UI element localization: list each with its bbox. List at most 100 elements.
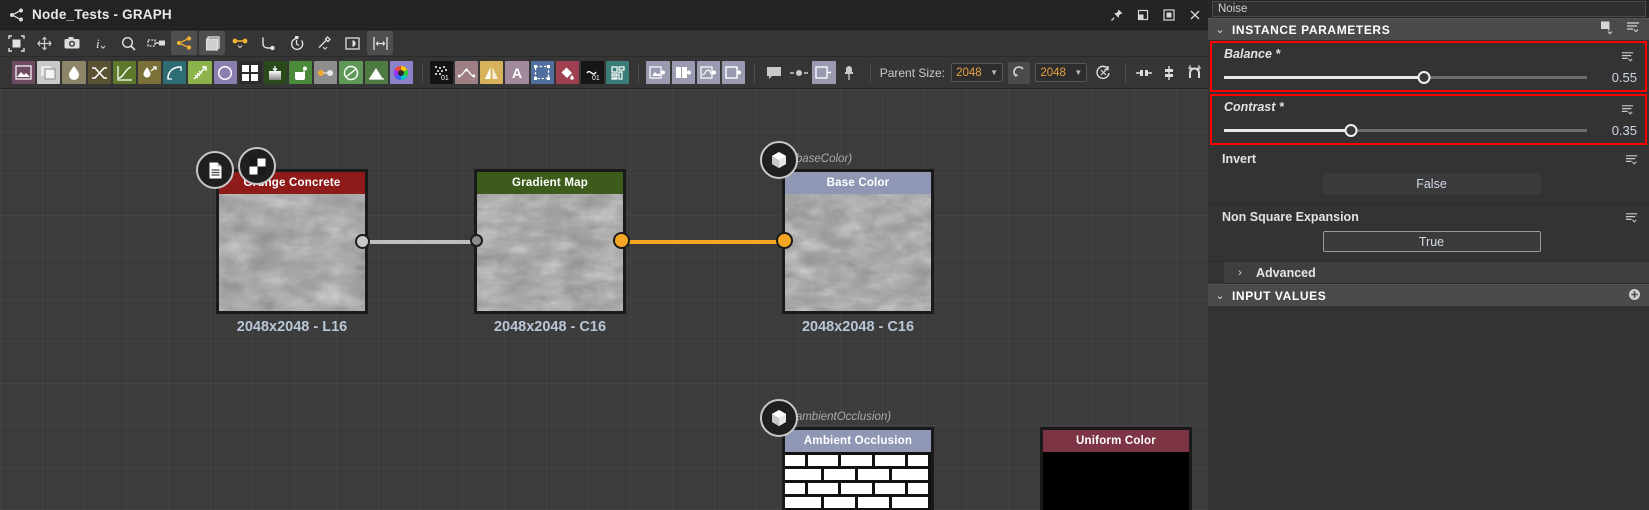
magnet-icon[interactable] — [1183, 61, 1206, 84]
menu-dropdown-icon[interactable] — [1625, 153, 1639, 172]
connection-style-icon[interactable] — [227, 31, 253, 55]
input-port[interactable] — [776, 232, 793, 249]
flood-fill-icon[interactable] — [289, 61, 313, 84]
channel-node-icon[interactable] — [339, 61, 363, 84]
reset-size-icon[interactable] — [1092, 61, 1115, 84]
zoom-icon[interactable] — [115, 31, 141, 55]
param-value[interactable]: 0.35 — [1601, 123, 1637, 138]
input-color-icon[interactable] — [671, 61, 695, 84]
selection-node-icon[interactable] — [530, 61, 554, 84]
node-box[interactable]: Uniform Color — [1040, 427, 1192, 510]
slider-knob[interactable] — [1417, 71, 1431, 84]
gradient-node-icon[interactable] — [263, 61, 288, 84]
param-value[interactable]: 0.55 — [1601, 70, 1637, 85]
pin-icon[interactable] — [1104, 2, 1130, 28]
align-vertical-icon[interactable] — [1158, 61, 1181, 84]
menu-dropdown-icon[interactable] — [1625, 211, 1639, 230]
directional-blur-icon[interactable] — [137, 61, 162, 84]
maximize-icon[interactable] — [1156, 2, 1182, 28]
comment-icon[interactable] — [762, 61, 786, 84]
param-invert[interactable]: Invert False — [1208, 146, 1649, 204]
info-icon[interactable]: i — [87, 31, 113, 55]
menu-dropdown-icon[interactable] — [1621, 103, 1635, 122]
camera-icon[interactable] — [59, 31, 85, 55]
node-gradient-map[interactable]: Gradient Map 2048x2048 - C16 — [470, 169, 630, 335]
histogram-node-icon[interactable] — [364, 61, 388, 84]
cube-icon[interactable] — [760, 141, 798, 179]
parent-size-height-dropdown[interactable]: 2048 ▼ — [1035, 63, 1088, 82]
input-values-header[interactable]: ⌄ INPUT VALUES — [1208, 284, 1649, 306]
node-box[interactable]: Ambient Occlusion — [782, 427, 934, 510]
noise-node-icon[interactable]: 01 — [429, 61, 454, 84]
output-node-icon[interactable] — [721, 61, 746, 84]
restore-icon[interactable] — [1130, 2, 1156, 28]
close-icon[interactable] — [1182, 2, 1208, 28]
pattern-node-icon[interactable] — [606, 61, 630, 84]
node-name-field[interactable]: Noise — [1212, 1, 1646, 17]
invert-toggle-button[interactable]: False — [1322, 173, 1541, 194]
output-port[interactable] — [613, 232, 630, 249]
transform-node-icon[interactable] — [163, 61, 187, 84]
switch-node-icon[interactable]: 01 — [581, 61, 605, 84]
link-nodes-icon[interactable] — [143, 31, 169, 55]
node-uniform-color[interactable]: Uniform Color — [1040, 427, 1192, 510]
menu-dropdown-icon[interactable] — [1626, 20, 1641, 40]
color-wheel-icon[interactable] — [389, 61, 413, 84]
node-ambient-occlusion[interactable]: (ambientOcclusion) Ambient Occlusion — [760, 399, 934, 510]
timer-icon[interactable] — [283, 31, 309, 55]
tools-icon[interactable] — [311, 31, 337, 55]
chevron-right-icon[interactable]: › — [1234, 267, 1246, 279]
slider-knob[interactable] — [1344, 124, 1358, 137]
parent-size-width-dropdown[interactable]: 2048 ▼ — [951, 63, 1004, 82]
checker-icon[interactable] — [238, 147, 276, 185]
navigation-pin-icon[interactable] — [837, 61, 861, 84]
chevron-down-icon[interactable]: ⌄ — [1214, 289, 1226, 302]
instance-parameters-header[interactable]: ⌄ INSTANCE PARAMETERS — [1208, 18, 1649, 40]
param-balance[interactable]: Balance * 0.55 — [1210, 41, 1647, 92]
param-non-square-expansion[interactable]: Non Square Expansion True — [1208, 204, 1649, 262]
curve-connection-icon[interactable] — [255, 31, 281, 55]
fit-ratio-icon[interactable] — [31, 31, 57, 55]
node-grunge-concrete[interactable]: Grunge Concrete 2048x2048 - L16 — [196, 147, 370, 335]
bitmap-node-icon[interactable] — [12, 61, 36, 84]
shuffle-node-icon[interactable] — [87, 61, 111, 84]
contrast-slider[interactable] — [1224, 124, 1587, 137]
balance-slider[interactable] — [1224, 71, 1587, 84]
add-circle-icon[interactable] — [1628, 288, 1641, 304]
chevron-down-icon[interactable]: ⌄ — [1214, 23, 1226, 36]
pin-node-icon[interactable] — [787, 61, 811, 84]
input-port[interactable] — [470, 234, 483, 247]
warp-node-icon[interactable] — [188, 61, 212, 84]
output-port[interactable] — [355, 234, 370, 249]
mirror-node-icon[interactable] — [480, 61, 504, 84]
node-base-color[interactable]: (baseColor) Base Color 2048x2048 - C16 — [760, 141, 934, 335]
cube-icon[interactable] — [760, 399, 798, 437]
curve-node-icon[interactable] — [112, 61, 136, 84]
blend-node-icon[interactable] — [213, 61, 237, 84]
node-box[interactable]: Gradient Map — [474, 169, 626, 314]
frame-selection-icon[interactable] — [3, 31, 29, 55]
preview-icon[interactable] — [339, 31, 365, 55]
paint-node-icon[interactable] — [555, 61, 580, 84]
snap-grid-icon[interactable] — [1132, 61, 1155, 84]
layers-icon[interactable] — [199, 31, 225, 55]
param-contrast[interactable]: Contrast * 0.35 — [1210, 94, 1647, 145]
advanced-section-row[interactable]: › Advanced — [1224, 262, 1649, 284]
frame-node-icon[interactable] — [812, 61, 836, 84]
text-node-icon[interactable]: A — [505, 61, 529, 84]
document-icon[interactable] — [196, 151, 234, 189]
input-grayscale-icon[interactable] — [646, 61, 670, 84]
node-box[interactable]: Base Color — [782, 169, 934, 314]
copy-node-icon[interactable] — [37, 61, 61, 84]
node-box[interactable]: Grunge Concrete — [216, 169, 368, 314]
graph-layout-icon[interactable] — [171, 31, 197, 55]
spline-node-icon[interactable] — [455, 61, 479, 84]
bookmark-dropdown-icon[interactable] — [1599, 20, 1614, 40]
align-icon[interactable] — [367, 31, 393, 55]
graph-canvas[interactable]: Grunge Concrete 2048x2048 - L16 Gradient… — [0, 89, 1208, 510]
blur-node-icon[interactable] — [62, 61, 86, 84]
menu-dropdown-icon[interactable] — [1621, 50, 1635, 69]
output-value-icon[interactable] — [696, 61, 720, 84]
levels-node-icon[interactable] — [314, 61, 338, 84]
non-square-expansion-toggle-button[interactable]: True — [1322, 231, 1541, 252]
